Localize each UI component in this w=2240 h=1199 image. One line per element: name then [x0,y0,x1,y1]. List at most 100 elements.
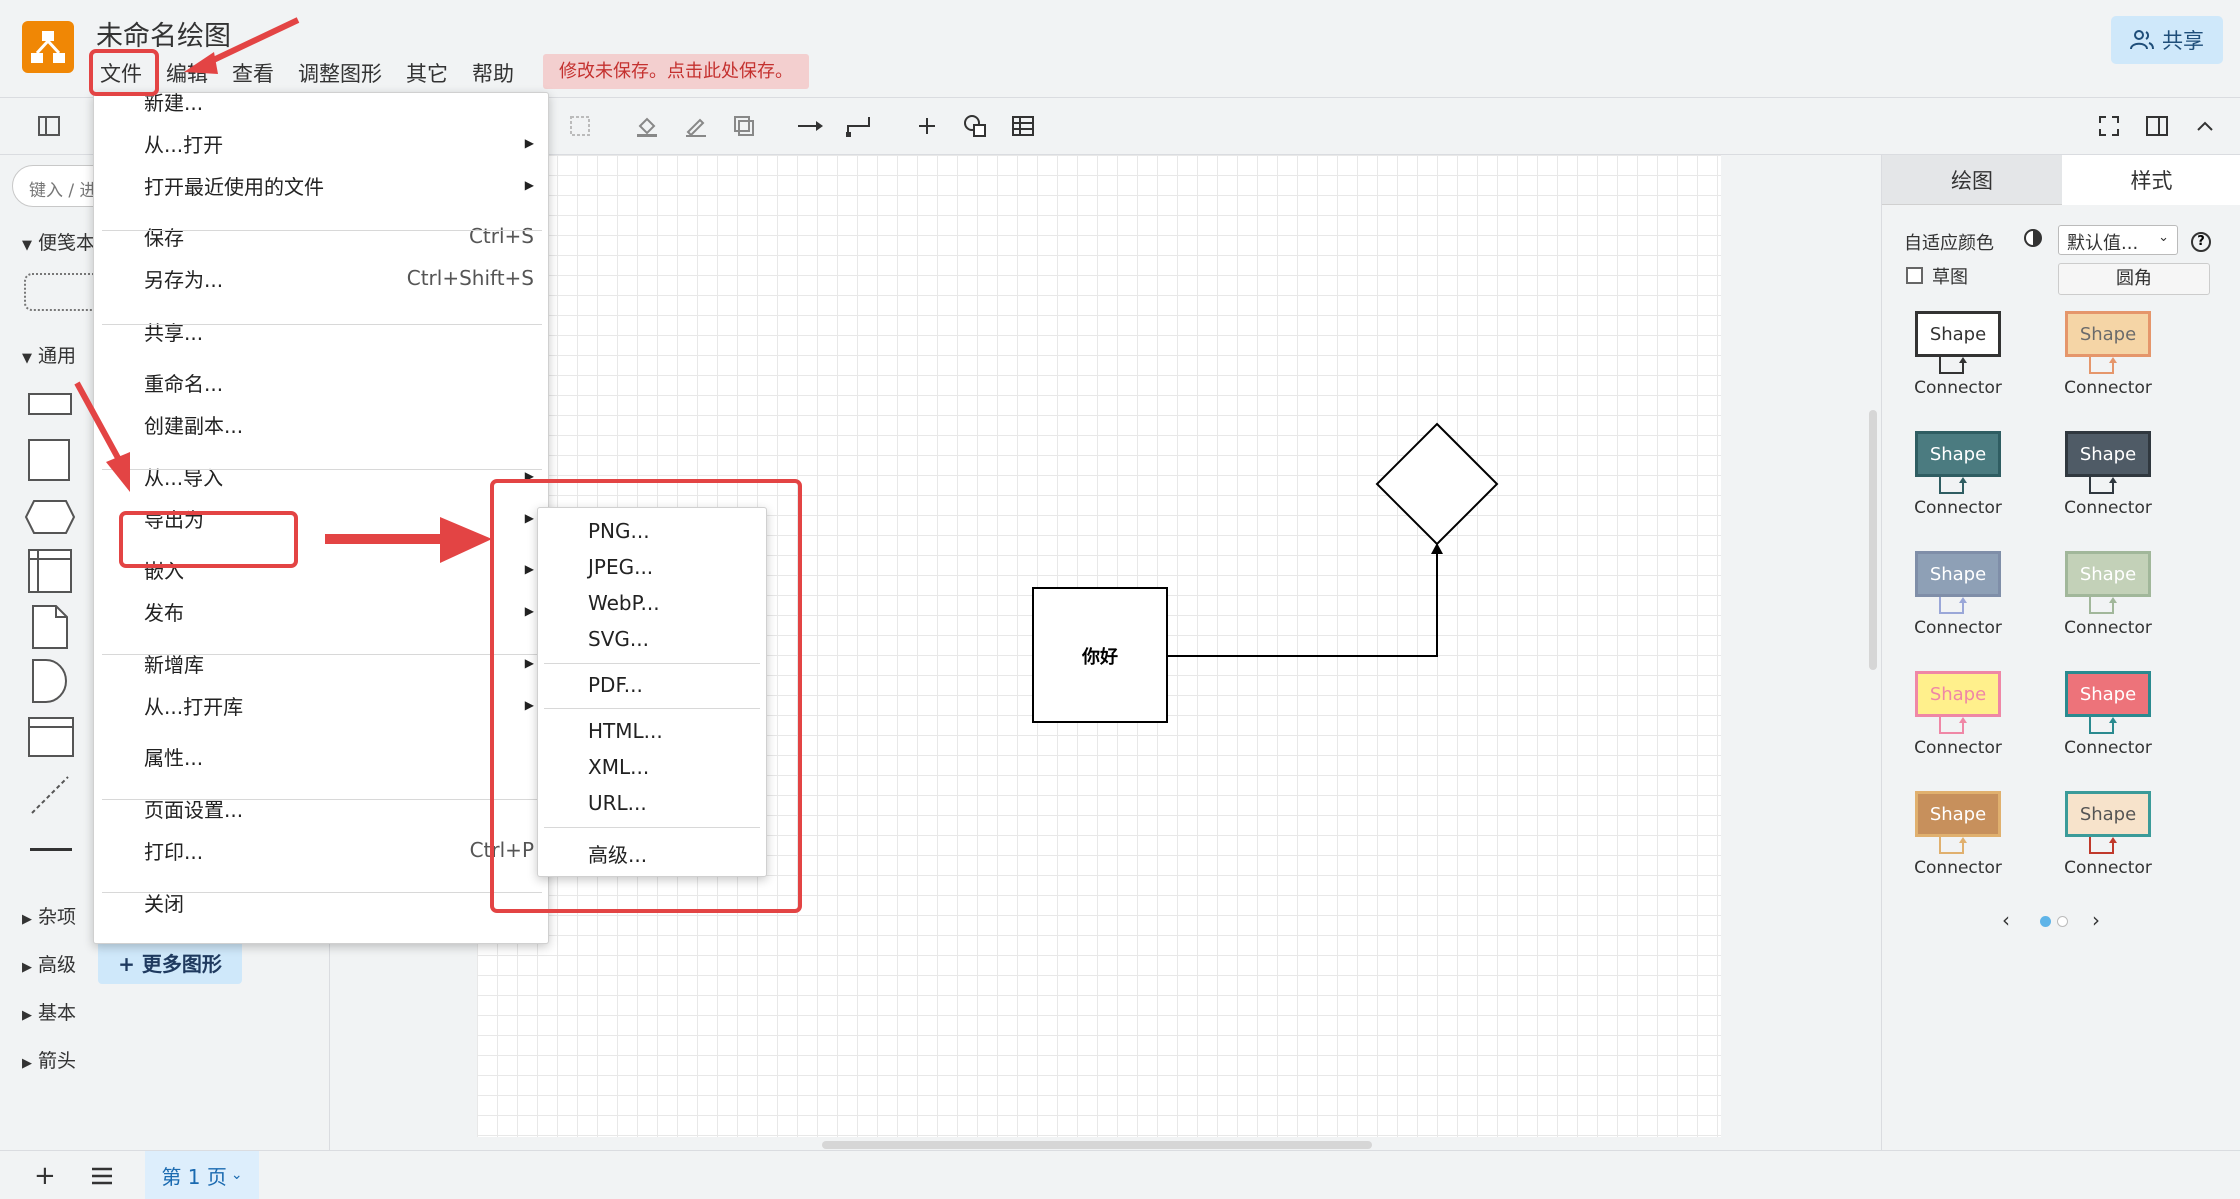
style-connector-icon [1939,477,1967,494]
diagram-box-label[interactable]: 你好 [1033,643,1167,669]
style-connector-icon [2089,837,2117,854]
vertical-scrollbar[interactable] [1869,410,1877,670]
horizontal-scrollbar[interactable] [822,1141,1372,1149]
menu-item-label: 页面设置... [144,797,244,822]
more-shapes-button[interactable]: + 更多图形 [98,940,242,984]
style-preset-card[interactable]: Shape Connector [2044,665,2194,765]
pages-menu-icon[interactable] [90,1167,114,1189]
document-title[interactable]: 未命名绘图 [96,14,231,53]
file-menu-item-properties[interactable]: 属性... [144,737,534,775]
style-preset-card[interactable]: Shape Connector [1894,665,2044,765]
next-page-icon[interactable]: › [2092,908,2100,932]
style-connector-icon [1939,717,1967,734]
line-color-icon[interactable] [681,111,711,141]
annotation-highlight-file-menu [89,49,159,96]
share-button[interactable]: 共享 [2111,16,2223,64]
shape-rectangle[interactable] [28,393,72,415]
style-preset-card[interactable]: Shape Connector [1894,425,2044,525]
style-preset-connector-label: Connector [2064,858,2152,878]
menu-item-label: 重命名... [144,371,224,396]
section-advanced[interactable]: ▶ 高级 [22,950,76,977]
diagram-diamond-shape[interactable] [1375,422,1499,546]
style-preset-card[interactable]: Shape Connector [2044,425,2194,525]
shape-hexagon[interactable] [24,499,76,539]
shape-list[interactable] [28,717,74,761]
section-notes-label: 便笺本 [38,232,96,254]
file-menu-item-open-from[interactable]: 从...打开 ▶ [144,124,534,162]
page-tab-1[interactable]: 第 1 页 ⌄ [145,1151,259,1199]
fill-color-icon[interactable] [632,111,662,141]
shape-dashed-line[interactable] [30,775,70,819]
menu-item-shortcut: Ctrl+S [468,224,534,248]
page-dot[interactable] [2057,916,2068,927]
section-general[interactable]: ▼ 通用 [22,341,76,368]
file-menu-item-rename[interactable]: 重命名... [144,363,534,401]
file-menu-item-publish[interactable]: 发布 ▶ [144,592,534,630]
section-basic[interactable]: ▶ 基本 [22,998,76,1025]
style-preset-card[interactable]: Shape Connector [2044,785,2194,885]
scratchpad-drop-area[interactable] [24,273,100,311]
shape-document[interactable] [32,605,68,653]
section-notes[interactable]: ▼ 便笺本 [22,228,95,255]
select-icon[interactable] [565,111,595,141]
page-dot-active[interactable] [2040,916,2051,927]
add-page-icon[interactable]: + [34,1161,56,1191]
file-menu-item-print[interactable]: 打印... Ctrl+P [144,831,534,869]
style-preset-card[interactable]: Shape Connector [2044,305,2194,405]
file-menu-item-make-copy[interactable]: 创建副本... [144,405,534,443]
menu-item-label: 保存 [144,225,184,250]
file-menu-item-page-setup[interactable]: 页面设置... [144,789,534,827]
style-connector-icon [1939,837,1967,854]
file-menu-item-save[interactable]: 保存 Ctrl+S [144,217,534,255]
shape-delay[interactable] [32,659,68,707]
menu-item-label: 打开最近使用的文件 [144,174,324,199]
file-menu-item-import-from[interactable]: 从...导入 ▶ [144,457,534,495]
style-preset-shape: Shape [1915,311,2001,357]
insert-shape-icon[interactable] [960,111,990,141]
menu-item-shortcut: Ctrl+Shift+S [406,266,534,290]
menu-separator [102,230,542,231]
shape-line[interactable] [30,848,72,851]
fullscreen-icon[interactable] [2094,111,2124,141]
menu-item-label: 从...打开库 [144,694,244,719]
style-connector-icon [2089,477,2117,494]
insert-plus-icon[interactable] [912,111,942,141]
file-menu-item-open-recent[interactable]: 打开最近使用的文件 ▶ [144,166,534,204]
style-preset-card[interactable]: Shape Connector [2044,545,2194,645]
style-preset-connector-label: Connector [1914,498,2002,518]
style-preset-card[interactable]: Shape Connector [1894,305,2044,405]
file-menu-item-close[interactable]: 关闭 [144,883,534,921]
section-misc[interactable]: ▶ 杂项 [22,902,76,929]
file-menu-item-share[interactable]: 共享... [144,312,534,350]
style-connector-icon [2089,357,2117,374]
format-panel-icon[interactable] [2142,111,2172,141]
style-preset-card[interactable]: Shape Connector [1894,545,2044,645]
menu-item-label: 发布 [144,600,184,625]
share-label: 共享 [2162,29,2204,53]
caret-right-icon: ▶ [22,1056,32,1071]
diagram-connector[interactable] [1167,550,1438,657]
style-connector-icon [2089,597,2117,614]
file-menu-item-new[interactable]: 新建... [144,82,534,120]
shape-square[interactable] [28,439,70,481]
collapse-chevron-icon[interactable] [2190,111,2220,141]
style-preset-card[interactable]: Shape Connector [1894,785,2044,885]
drawio-logo-icon [31,31,65,63]
section-arrows-label: 箭头 [38,1050,77,1072]
file-menu-item-save-as[interactable]: 另存为... Ctrl+Shift+S [144,259,534,297]
menu-item-label: 属性... [144,745,204,770]
file-menu-item-open-library-from[interactable]: 从...打开库 ▶ [144,686,534,724]
section-arrows[interactable]: ▶ 箭头 [22,1046,76,1073]
connection-arrow-icon[interactable] [795,111,825,141]
previous-page-icon[interactable]: ‹ [2002,908,2010,932]
menu-separator [102,892,542,893]
style-preset-shape: Shape [2065,791,2151,837]
waypoints-icon[interactable] [844,111,874,141]
file-menu-item-new-library[interactable]: 新增库 ▶ [144,644,534,682]
toggle-sidebar-icon[interactable] [34,111,64,141]
table-icon[interactable] [1008,111,1038,141]
shadow-icon[interactable] [729,111,759,141]
shape-container[interactable] [28,549,72,597]
users-icon [2130,30,2154,50]
unsaved-changes-notice[interactable]: 修改未保存。点击此处保存。 [543,54,809,89]
